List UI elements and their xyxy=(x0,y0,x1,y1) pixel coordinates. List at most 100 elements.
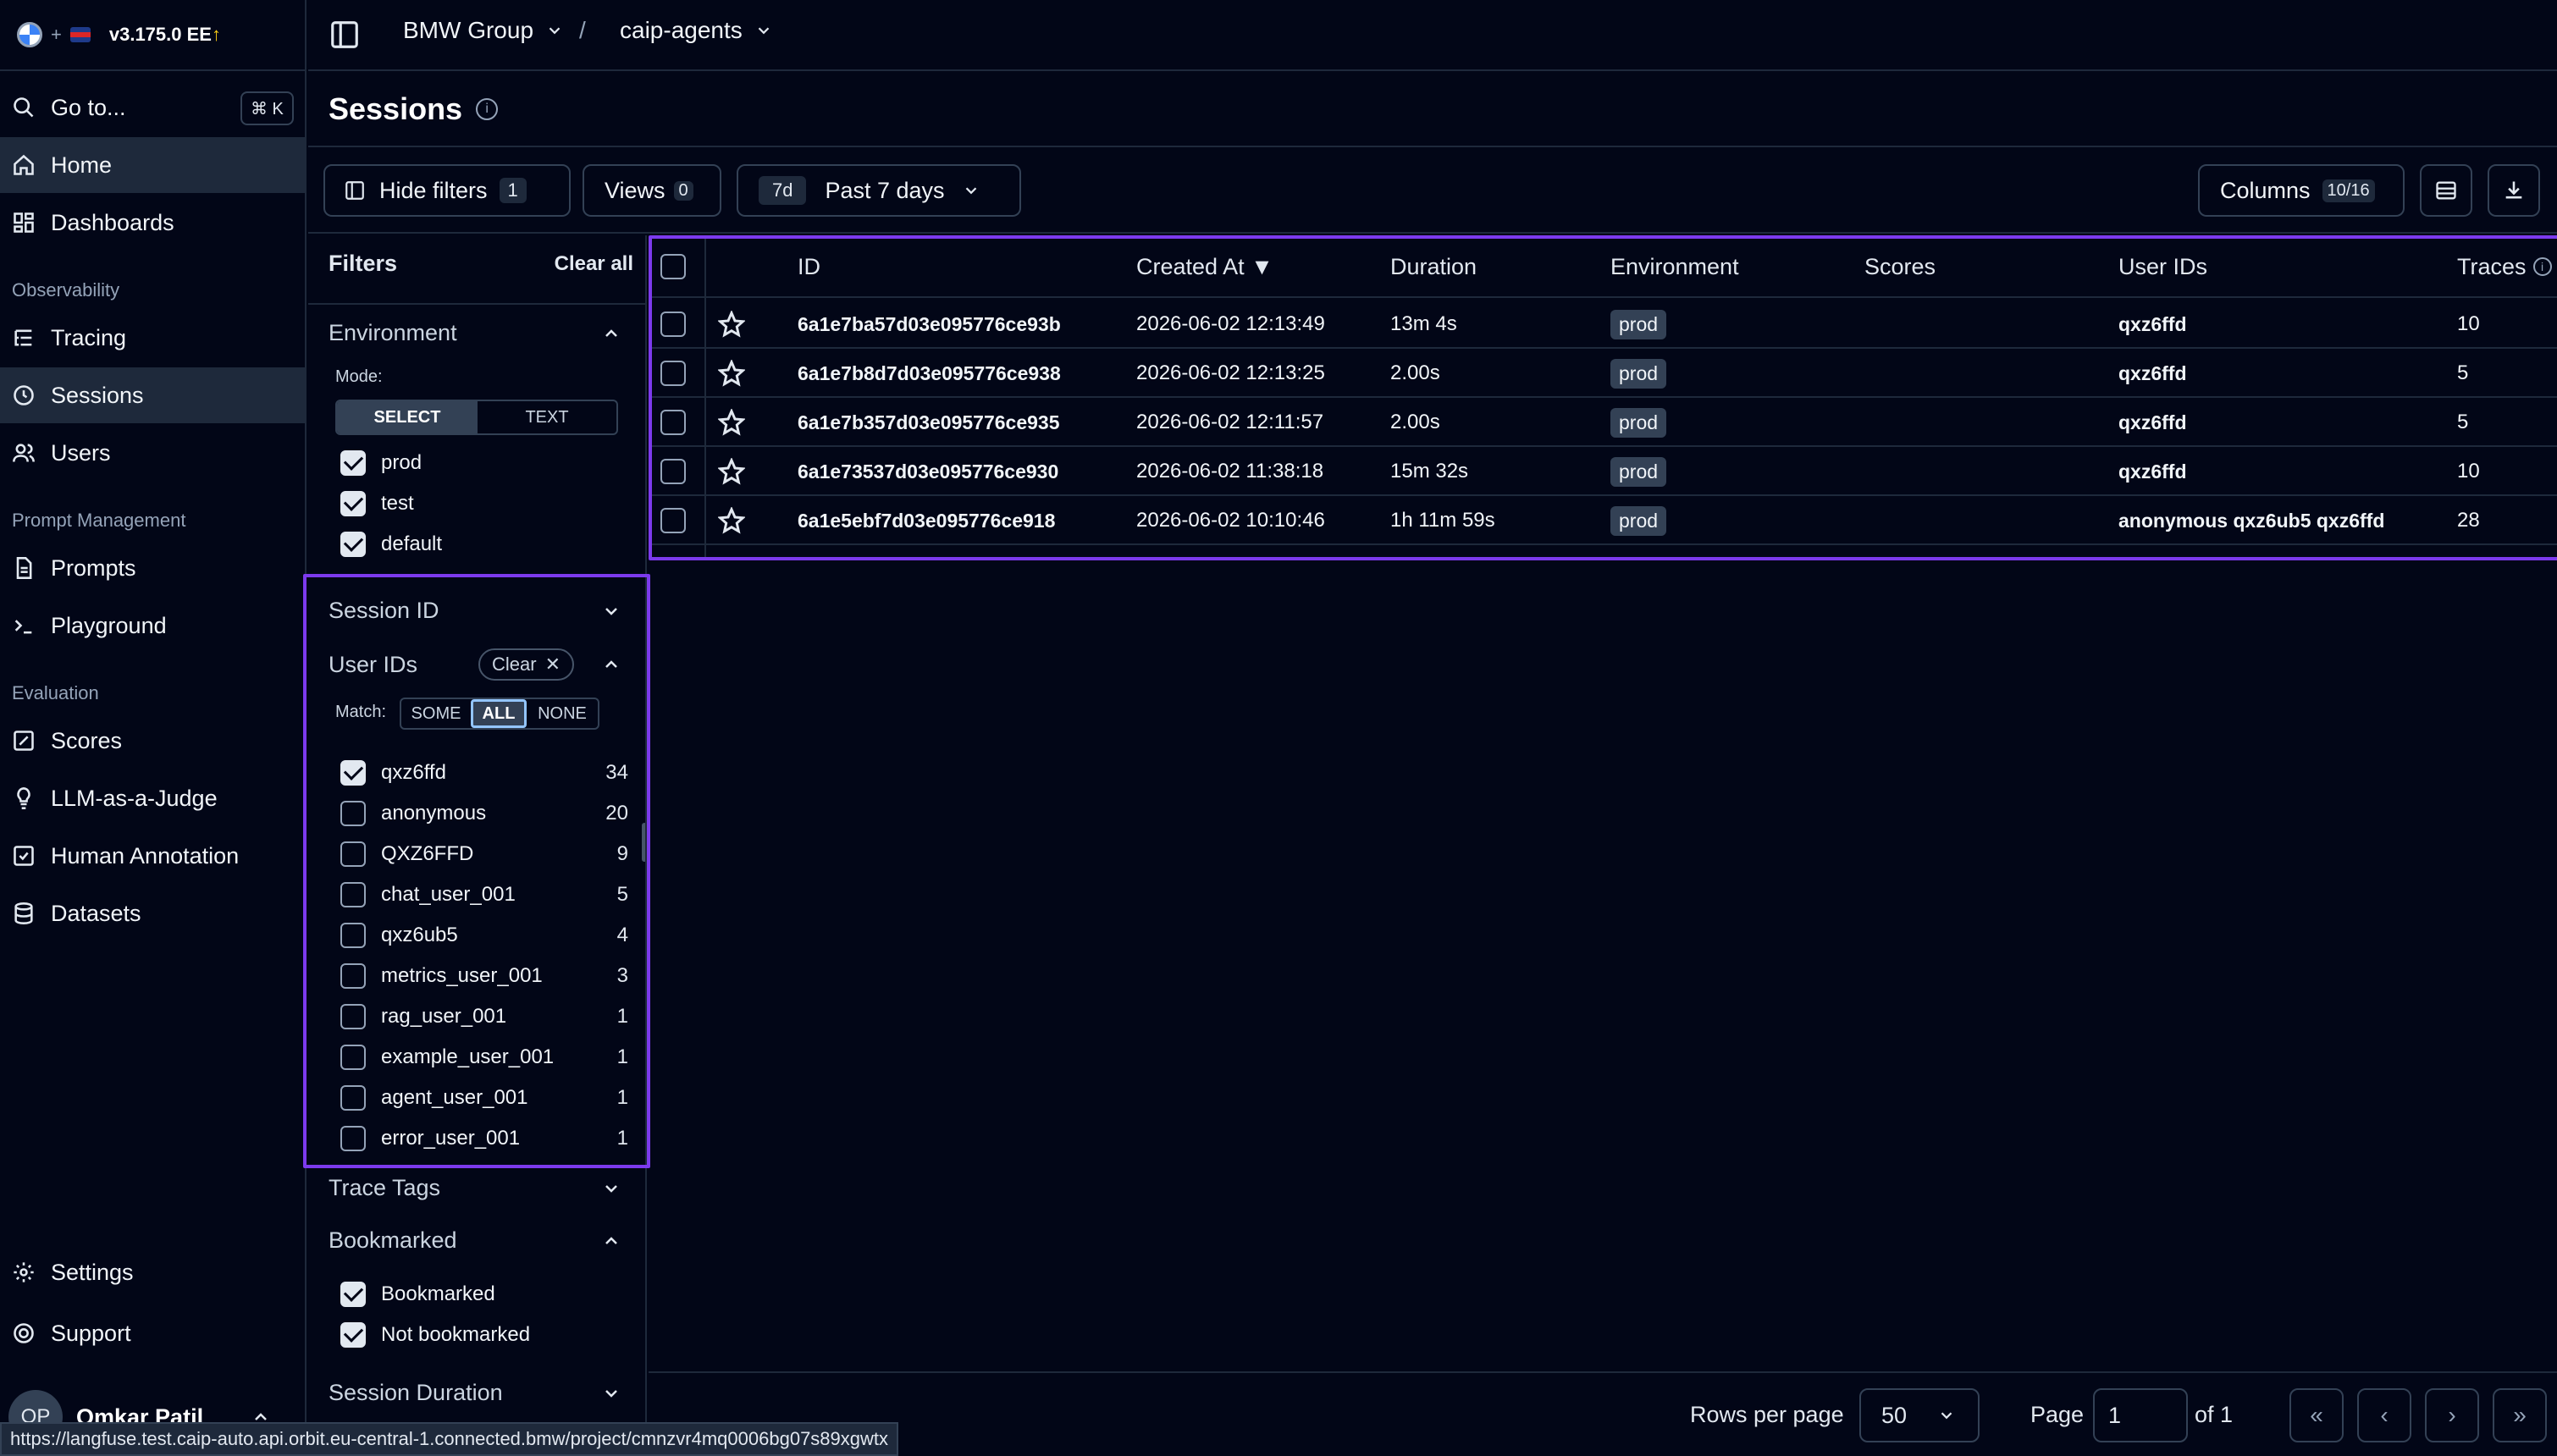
status-bar-url: https://langfuse.test.caip-auto.api.orbi… xyxy=(0,1422,899,1456)
columns-label: Columns xyxy=(2220,177,2311,203)
hide-filters-button[interactable]: Hide filters 1 xyxy=(323,164,571,217)
section-prompt-management: Prompt Management xyxy=(12,510,186,531)
rows-per-page-select[interactable]: 50 xyxy=(1859,1388,1980,1442)
nav-users[interactable]: Users xyxy=(0,425,305,481)
goto-label: Go to... xyxy=(51,94,126,120)
nav-playground-label: Playground xyxy=(51,612,167,638)
mode-select-option[interactable]: SELECT xyxy=(337,401,478,433)
bookmarked-option[interactable]: Bookmarked xyxy=(340,1282,628,1307)
clear-all-button[interactable]: Clear all xyxy=(555,252,633,276)
range-label: Past 7 days xyxy=(825,177,945,203)
session-duration-section-header[interactable]: Session Duration xyxy=(329,1380,645,1406)
env-option-label: prod xyxy=(381,451,422,474)
download-button[interactable] xyxy=(2488,164,2540,217)
checkbox[interactable] xyxy=(340,450,366,476)
nav-home[interactable]: Home xyxy=(0,137,305,193)
checkbox[interactable] xyxy=(340,1322,366,1348)
users-icon xyxy=(12,441,36,465)
views-count-badge: 0 xyxy=(673,180,693,201)
env-option-prod[interactable]: prod xyxy=(340,450,628,476)
prev-page-button[interactable]: ‹ xyxy=(2357,1388,2411,1442)
chevron-right-icon: › xyxy=(2448,1402,2456,1428)
highlight-table xyxy=(649,235,2557,560)
nav-llm-judge-label: LLM-as-a-Judge xyxy=(51,785,218,811)
bookmarked-section-header[interactable]: Bookmarked xyxy=(329,1227,645,1254)
environment-title: Environment xyxy=(329,320,457,345)
last-page-button[interactable]: » xyxy=(2493,1388,2547,1442)
nav-datasets[interactable]: Datasets xyxy=(0,885,305,941)
bm-option-label: Bookmarked xyxy=(381,1282,495,1305)
nav-support[interactable]: Support xyxy=(0,1305,305,1361)
highlight-user-filters xyxy=(303,574,650,1168)
home-icon xyxy=(12,153,36,177)
range-short-badge: 7d xyxy=(759,176,807,205)
breadcrumb-org[interactable]: BMW Group xyxy=(403,17,564,44)
nav-human-annotation[interactable]: Human Annotation xyxy=(0,828,305,884)
nav-tracing[interactable]: Tracing xyxy=(0,310,305,366)
env-option-test[interactable]: test xyxy=(340,491,628,516)
nav-home-label: Home xyxy=(51,152,113,178)
env-option-label: test xyxy=(381,492,414,515)
panel-left-icon xyxy=(345,181,364,200)
nav-scores[interactable]: Scores xyxy=(0,713,305,769)
bmw-logo[interactable] xyxy=(17,22,42,47)
filters-title: Filters xyxy=(329,251,398,276)
section-observability: Observability xyxy=(12,279,120,301)
checkbox[interactable] xyxy=(340,532,366,557)
next-page-button[interactable]: › xyxy=(2425,1388,2479,1442)
chevron-down-icon xyxy=(605,1184,617,1193)
version-label: v3.175.0 EE↑ xyxy=(109,24,221,46)
scores-icon xyxy=(12,729,36,753)
page-label: Page xyxy=(2030,1402,2085,1427)
mode-text-option[interactable]: TEXT xyxy=(478,401,616,433)
chevron-up-icon xyxy=(605,1236,617,1244)
gear-icon xyxy=(12,1260,36,1284)
checkbox[interactable] xyxy=(340,1282,366,1307)
flag-icon xyxy=(69,27,91,42)
nav-sessions[interactable]: Sessions xyxy=(0,367,305,423)
views-label: Views xyxy=(605,177,665,203)
nav-prompts[interactable]: Prompts xyxy=(0,540,305,596)
nav-human-annotation-label: Human Annotation xyxy=(51,842,240,869)
plus-text: + xyxy=(51,24,62,45)
first-page-button[interactable]: « xyxy=(2289,1388,2344,1442)
nav-llm-judge[interactable]: LLM-as-a-Judge xyxy=(0,770,305,826)
date-range-button[interactable]: 7d Past 7 days xyxy=(737,164,1021,217)
nav-playground[interactable]: Playground xyxy=(0,598,305,654)
chevron-down-icon xyxy=(1941,1412,1952,1420)
sidebar: + v3.175.0 EE↑ Go to... ⌘ K Home Dashboa… xyxy=(0,0,307,1456)
lightbulb-icon xyxy=(12,786,36,810)
trace-tags-section-header[interactable]: Trace Tags xyxy=(329,1175,645,1201)
nav-prompts-label: Prompts xyxy=(51,554,136,581)
page-input[interactable]: 1 xyxy=(2093,1388,2188,1442)
info-icon[interactable]: i xyxy=(476,98,499,120)
chevron-down-icon xyxy=(549,27,561,35)
divider xyxy=(308,303,645,305)
mode-toggle: SELECT TEXT xyxy=(335,400,618,435)
chevrons-left-icon: « xyxy=(2310,1402,2323,1428)
chevrons-right-icon: » xyxy=(2513,1402,2527,1428)
bookmarked-title: Bookmarked xyxy=(329,1227,457,1253)
nav-sessions-label: Sessions xyxy=(51,382,144,408)
nav-settings[interactable]: Settings xyxy=(0,1244,305,1300)
environment-section-header[interactable]: Environment xyxy=(329,320,645,346)
nav-tracing-label: Tracing xyxy=(51,324,127,350)
columns-button[interactable]: Columns 10/16 xyxy=(2198,164,2405,217)
env-option-default[interactable]: default xyxy=(340,532,628,557)
nav-settings-label: Settings xyxy=(51,1259,134,1285)
checkbox[interactable] xyxy=(340,491,366,516)
org-name: BMW Group xyxy=(403,17,534,43)
nav-dashboards[interactable]: Dashboards xyxy=(0,195,305,251)
row-height-button[interactable] xyxy=(2420,164,2472,217)
views-button[interactable]: Views 0 xyxy=(583,164,721,217)
filters-header: Filters Clear all xyxy=(329,251,633,277)
shortcut-kbd: ⌘ K xyxy=(240,91,294,125)
file-text-icon xyxy=(12,556,36,580)
app-root: + v3.175.0 EE↑ Go to... ⌘ K Home Dashboa… xyxy=(0,0,2557,1456)
breadcrumb-project[interactable]: caip-agents xyxy=(620,17,773,44)
env-option-label: default xyxy=(381,532,443,555)
not-bookmarked-option[interactable]: Not bookmarked xyxy=(340,1322,628,1348)
sidebar-toggle-icon[interactable] xyxy=(329,19,361,51)
sidebar-header: + v3.175.0 EE↑ xyxy=(0,0,305,71)
page-title: Sessions xyxy=(329,91,463,126)
